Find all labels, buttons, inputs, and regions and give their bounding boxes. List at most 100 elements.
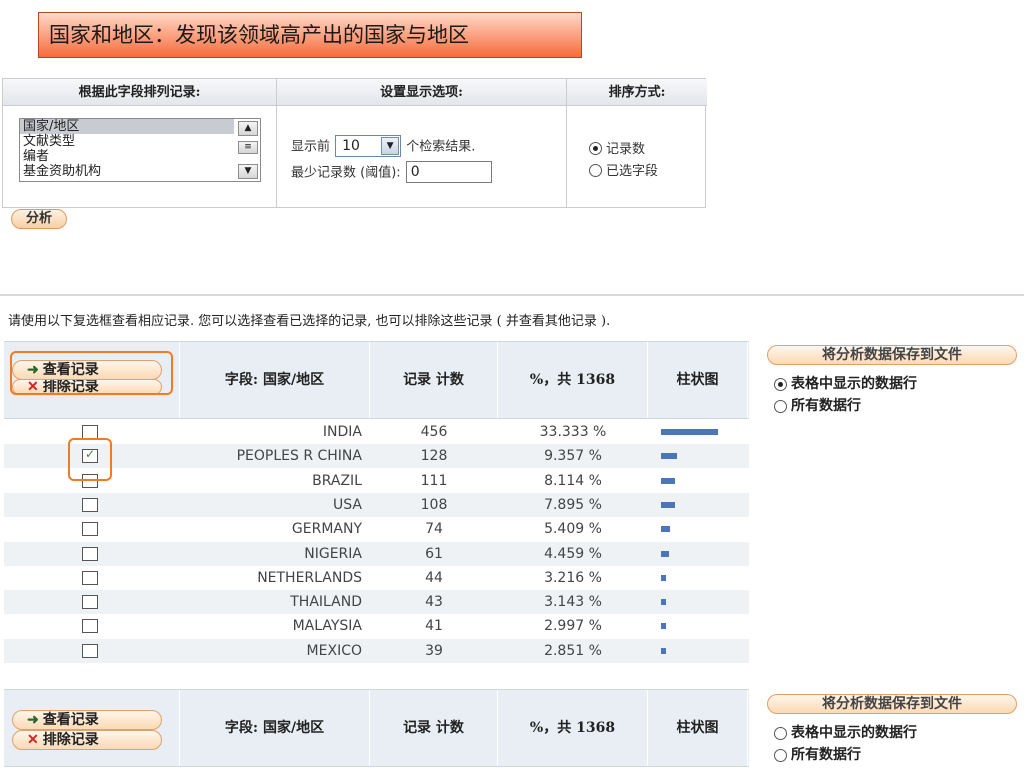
view-records-label: 查看记录 — [42, 712, 99, 728]
sort-option-records[interactable]: 记录数 — [589, 138, 645, 157]
percent-cell: 9.357 % — [544, 448, 602, 465]
top-count-select[interactable]: 10 ▼ — [335, 135, 402, 157]
country-cell[interactable]: NETHERLANDS — [180, 566, 362, 590]
col-header-percent: %，共 1368 — [498, 690, 648, 766]
arrow-right-icon: ➜ — [27, 712, 39, 728]
radio-unchecked-icon[interactable] — [589, 164, 602, 177]
percent-cell: 2.851 % — [544, 642, 602, 659]
highlight-view-button — [10, 351, 173, 395]
show-top-prefix: 显示前 — [291, 139, 331, 155]
highlight-checkbox — [68, 438, 112, 481]
row-checkbox[interactable] — [82, 643, 98, 658]
country-cell[interactable]: BRAZIL — [180, 469, 362, 493]
table-row: BRAZIL 111 8.114 % — [4, 469, 749, 493]
count-cell: 44 — [425, 569, 443, 586]
percent-cell: 7.895 % — [544, 496, 602, 513]
percent-cell: 3.216 % — [544, 569, 602, 586]
show-top-suffix: 个检索结果. — [406, 139, 476, 155]
table-row: NIGERIA 61 4.459 % — [4, 541, 749, 566]
row-checkbox[interactable] — [82, 619, 98, 634]
count-cell: 74 — [425, 521, 443, 538]
scroll-up-icon[interactable]: ▲ — [238, 121, 258, 136]
country-cell[interactable]: THAILAND — [180, 590, 362, 614]
row-checkbox[interactable] — [82, 546, 98, 561]
save-option-label: 表格中显示的数据行 — [791, 725, 917, 741]
bar-chart-bar — [661, 477, 675, 484]
sort-option-label: 记录数 — [606, 142, 646, 157]
row-checkbox[interactable] — [82, 595, 98, 610]
bar-chart-bar — [661, 599, 666, 606]
count-cell: 39 — [425, 642, 443, 659]
country-cell[interactable]: INDIA — [180, 420, 362, 444]
col-header-count: 记录 计数 — [370, 690, 498, 766]
country-cell[interactable]: MALAYSIA — [180, 614, 362, 638]
table-row: INDIA 456 33.333 % — [4, 420, 749, 444]
scroll-down-icon[interactable]: ▼ — [238, 164, 258, 179]
sort-column: 排序方式: 记录数 已选字段 — [567, 79, 707, 207]
country-cell[interactable]: MEXICO — [180, 639, 362, 663]
page-title-banner: 国家和地区：发现该领域高产出的国家与地区 — [38, 12, 582, 58]
save-to-file-button[interactable]: 将分析数据保存到文件 — [767, 694, 1017, 714]
save-option-label: 表格中显示的数据行 — [791, 376, 917, 392]
row-checkbox[interactable] — [82, 570, 98, 585]
col-header-field: 字段: 国家/地区 — [180, 342, 370, 418]
country-cell[interactable]: NIGERIA — [180, 542, 362, 566]
row-checkbox[interactable] — [82, 425, 98, 439]
sort-option-label: 已选字段 — [606, 164, 659, 179]
exclude-records-label: 排除记录 — [42, 732, 99, 748]
instruction-text: 请使用以下复选框查看相应记录. 您可以选择查看已选择的记录, 也可以排除这些记录… — [8, 314, 611, 329]
field-option[interactable]: 国家/地区 — [20, 119, 234, 134]
analyze-button[interactable]: 分析 — [11, 209, 68, 229]
col-header-field: 字段: 国家/地区 — [180, 690, 370, 766]
country-cell[interactable]: GERMANY — [180, 517, 362, 541]
scroll-thumb-icon[interactable]: ≡ — [238, 141, 258, 154]
col-header-count: 记录 计数 — [370, 342, 498, 418]
save-option-all[interactable]: 所有数据行 — [774, 395, 861, 415]
table-row: PEOPLES R CHINA 128 9.357 % — [4, 444, 749, 469]
table-row: NETHERLANDS 44 3.216 % — [4, 566, 749, 590]
percent-cell: 33.333 % — [539, 424, 607, 440]
rank-by-column: 根据此字段排列记录: 国家/地区 文献类型 编者 基金资助机构 ▲ ≡ ▼ — [3, 79, 277, 207]
count-cell: 456 — [420, 424, 448, 440]
percent-cell: 4.459 % — [544, 545, 602, 562]
min-records-input[interactable]: 0 — [405, 161, 492, 183]
col-header-percent: %，共 1368 — [498, 342, 648, 418]
percent-cell: 5.409 % — [544, 521, 602, 538]
save-option-shown[interactable]: 表格中显示的数据行 — [774, 722, 917, 742]
bar-chart-bar — [661, 501, 675, 508]
bar-chart-bar — [661, 574, 666, 581]
percent-cell: 2.997 % — [544, 618, 602, 635]
field-listbox[interactable]: 国家/地区 文献类型 编者 基金资助机构 ▲ ≡ ▼ — [19, 118, 261, 182]
chevron-down-icon[interactable]: ▼ — [381, 137, 400, 155]
sort-header: 排序方式: — [567, 79, 707, 106]
table-row: THAILAND 43 3.143 % — [4, 590, 749, 615]
radio-checked-icon[interactable] — [589, 142, 602, 155]
bar-chart-bar — [661, 453, 677, 460]
bar-chart-bar — [661, 623, 666, 630]
close-icon: ✕ — [27, 732, 39, 748]
min-records-label: 最少记录数 (阈值): — [291, 165, 401, 181]
save-to-file-button[interactable]: 将分析数据保存到文件 — [767, 345, 1017, 365]
field-option[interactable]: 文献类型 — [20, 134, 260, 149]
save-option-all[interactable]: 所有数据行 — [774, 744, 861, 764]
sort-option-field[interactable]: 已选字段 — [589, 160, 658, 179]
row-checkbox[interactable] — [82, 522, 98, 537]
display-options-column: 设置显示选项: 显示前 10 ▼ 个检索结果. 最少记录数 (阈值): 0 — [277, 79, 567, 207]
country-cell[interactable]: USA — [180, 493, 362, 517]
field-option[interactable]: 基金资助机构 — [20, 164, 260, 179]
table-row: GERMANY 74 5.409 % — [4, 517, 749, 541]
radio-checked-icon[interactable] — [774, 377, 787, 391]
radio-unchecked-icon[interactable] — [774, 748, 787, 762]
save-option-shown[interactable]: 表格中显示的数据行 — [774, 373, 917, 393]
save-option-label: 所有数据行 — [791, 398, 861, 414]
count-cell: 128 — [420, 448, 448, 465]
row-checkbox[interactable] — [82, 497, 98, 512]
view-records-button[interactable]: ➜ 查看记录 — [12, 710, 162, 730]
field-option[interactable]: 编者 — [20, 149, 260, 164]
radio-unchecked-icon[interactable] — [774, 399, 787, 413]
bar-chart-bar — [661, 429, 718, 435]
country-cell[interactable]: PEOPLES R CHINA — [180, 444, 362, 468]
radio-unchecked-icon[interactable] — [774, 726, 787, 740]
count-cell: 108 — [420, 496, 448, 513]
exclude-records-button[interactable]: ✕ 排除记录 — [12, 730, 162, 750]
